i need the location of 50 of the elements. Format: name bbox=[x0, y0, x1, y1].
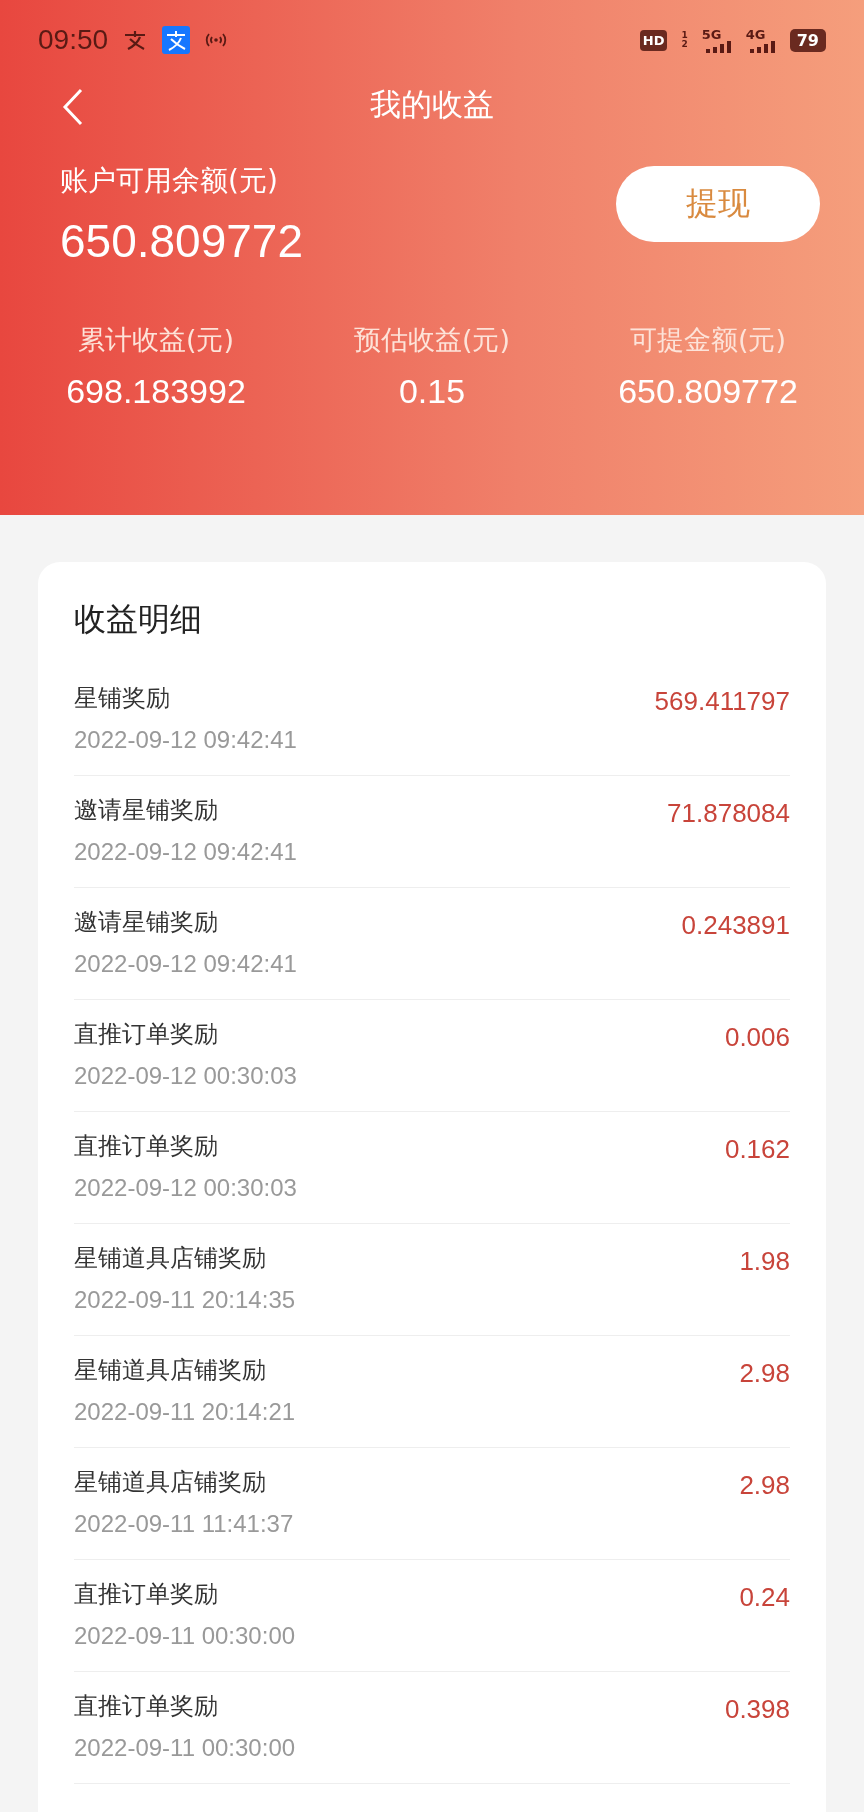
earning-amount: 0.24 bbox=[739, 1582, 790, 1614]
earning-amount: 2.98 bbox=[739, 1470, 790, 1502]
app-icon bbox=[162, 26, 191, 54]
stat-value: 698.183992 bbox=[66, 372, 246, 411]
stat-value: 0.15 bbox=[398, 372, 466, 411]
balance-value: 650.809772 bbox=[60, 214, 304, 268]
earning-time: 2022-09-11 00:30:00 bbox=[74, 1734, 296, 1762]
earning-amount: 0.162 bbox=[724, 1134, 790, 1166]
network-type: 5G bbox=[701, 27, 723, 41]
earning-amount: 1.98 bbox=[739, 1246, 790, 1278]
withdraw-button[interactable]: 提现 bbox=[616, 166, 820, 242]
network-type: 4G bbox=[745, 27, 767, 41]
earning-time: 2022-09-11 20:14:35 bbox=[74, 1286, 296, 1314]
earning-name: 星铺道具店铺奖励 bbox=[74, 1355, 267, 1386]
earning-amount: 71.878084 bbox=[667, 798, 790, 830]
earning-amount: 0.398 bbox=[724, 1694, 790, 1726]
earning-time: 2022-09-11 00:30:00 bbox=[74, 1622, 296, 1650]
card-title: 收益明细 bbox=[74, 599, 203, 640]
earning-time: 2022-09-12 00:30:03 bbox=[74, 1174, 297, 1202]
earning-time: 2022-09-12 09:42:41 bbox=[74, 838, 297, 866]
earning-time: 2022-09-12 09:42:41 bbox=[74, 726, 297, 754]
battery-level: 79 bbox=[789, 28, 826, 52]
earning-time: 2022-09-11 20:14:21 bbox=[74, 1398, 296, 1426]
earning-name: 直推订单奖励 bbox=[74, 1691, 219, 1722]
earning-name: 星铺道具店铺奖励 bbox=[74, 1243, 267, 1274]
hd-badge: HD bbox=[639, 29, 668, 51]
stat-label: 可提金额(元) bbox=[629, 323, 787, 357]
earning-name: 直推订单奖励 bbox=[74, 1131, 219, 1162]
balance-label: 账户可用余额(元) bbox=[60, 163, 279, 199]
earning-amount: 0.243891 bbox=[681, 910, 790, 942]
stat-label: 累计收益(元) bbox=[77, 323, 235, 357]
earning-name: 邀请星铺奖励 bbox=[74, 795, 219, 826]
earning-name: 邀请星铺奖励 bbox=[74, 907, 219, 938]
stat-label: 预估收益(元) bbox=[353, 323, 511, 357]
earning-name: 直推订单奖励 bbox=[74, 1579, 219, 1610]
earning-name: 星铺奖励 bbox=[74, 683, 171, 714]
earning-time: 2022-09-11 11:41:37 bbox=[74, 1510, 294, 1538]
sim-mark: 2 bbox=[681, 40, 688, 49]
status-time: 09:50 bbox=[38, 24, 109, 56]
earning-time: 2022-09-12 09:42:41 bbox=[74, 950, 297, 978]
earning-amount: 0.006 bbox=[724, 1022, 790, 1054]
earning-name: 星铺道具店铺奖励 bbox=[74, 1467, 267, 1498]
earning-name: 直推订单奖励 bbox=[74, 1019, 219, 1050]
sim-mark: 1 bbox=[681, 31, 688, 40]
earning-amount: 2.98 bbox=[739, 1358, 790, 1390]
earning-time: 2022-09-12 00:30:03 bbox=[74, 1062, 297, 1090]
page-title: 我的收益 bbox=[370, 85, 494, 124]
back-icon[interactable] bbox=[62, 88, 84, 126]
stat-value: 650.809772 bbox=[618, 372, 798, 411]
earning-amount: 569.411797 bbox=[654, 686, 790, 718]
